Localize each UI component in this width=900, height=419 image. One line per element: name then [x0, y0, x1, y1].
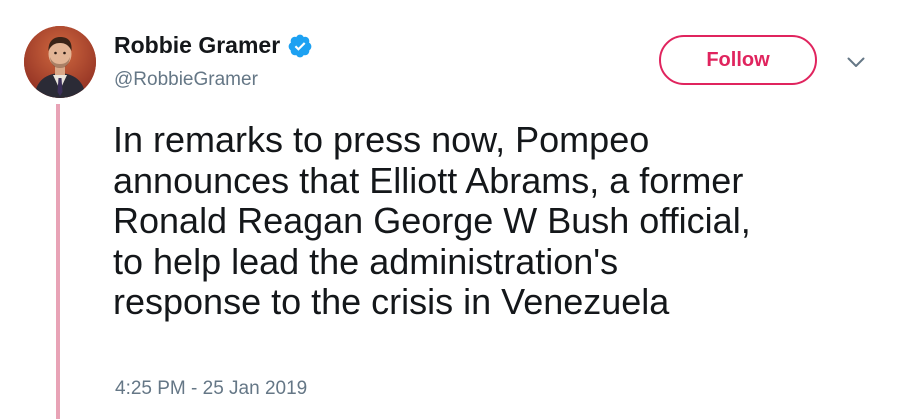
author-handle[interactable]: @RobbieGramer: [114, 69, 258, 91]
follow-button[interactable]: Follow: [659, 35, 817, 85]
tweet-text: In remarks to press now, Pompeo announce…: [113, 119, 873, 323]
author-name-row: Robbie Gramer: [114, 32, 313, 59]
author-avatar[interactable]: [24, 26, 96, 98]
chevron-down-icon: [847, 57, 865, 67]
tweet-menu-button[interactable]: [843, 52, 869, 72]
tweet-timestamp[interactable]: 4:25 PM - 25 Jan 2019: [115, 378, 307, 400]
verified-badge-icon: [287, 33, 313, 59]
thread-connector-line: [56, 104, 60, 419]
avatar-image: [24, 26, 96, 98]
tweet-card: Robbie Gramer @RobbieGramer Follow In re…: [0, 0, 900, 419]
tweet-text-line: announces that Elliott Abrams, a former: [113, 159, 744, 201]
tweet-text-line: Ronald Reagan George W Bush official,: [113, 200, 751, 241]
tweet-text-line: response to the crisis in Venezuela: [113, 281, 670, 322]
tweet-text-line: to help lead the administration's: [113, 240, 619, 282]
tweet-text-line: In remarks to press now, Pompeo: [113, 119, 650, 160]
author-display-name[interactable]: Robbie Gramer: [114, 32, 280, 59]
